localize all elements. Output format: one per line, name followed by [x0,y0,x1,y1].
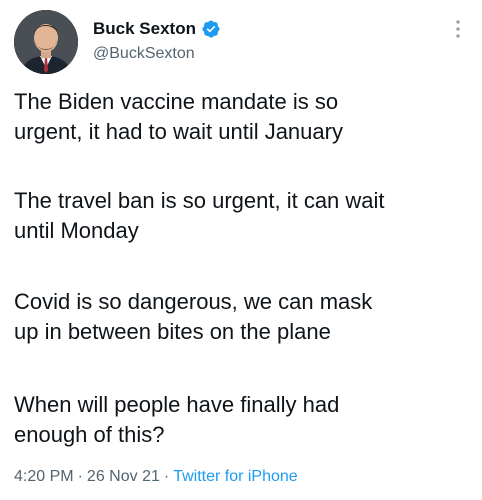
tweet-text-line: up in between bites on the plane [14,319,331,344]
tweet-source-link[interactable]: Twitter for iPhone [173,468,298,485]
meta-separator: · [163,468,170,485]
tweet-text-line: until Monday [14,218,139,243]
tweet-text-line: The Biden vaccine mandate is so [14,89,339,114]
tweet-text-line: The travel ban is so urgent, it can wait [14,188,385,213]
more-vertical-icon[interactable] [451,18,465,40]
tweet-text-line: Covid is so dangerous, we can mask [14,289,373,314]
author-handle[interactable]: @BuckSexton [93,45,195,63]
tweet-text-line: When will people have finally had [14,392,340,417]
avatar[interactable] [14,10,78,74]
author-name-row: Buck Sexton [93,18,221,40]
meta-separator: · [77,468,83,485]
author-display-name[interactable]: Buck Sexton [93,19,196,39]
verified-badge-icon [201,19,221,39]
tweet-date[interactable]: 26 Nov 21 [87,468,160,485]
tweet-text-line: urgent, it had to wait until January [14,119,343,144]
tweet-card: Buck Sexton @BuckSexton The Biden vaccin… [0,0,482,500]
tweet-meta: 4:20 PM · 26 Nov 21 · Twitter for iPhone [14,468,298,486]
profile-photo [14,10,78,74]
tweet-time[interactable]: 4:20 PM [14,468,74,485]
tweet-text-line: enough of this? [14,422,165,447]
